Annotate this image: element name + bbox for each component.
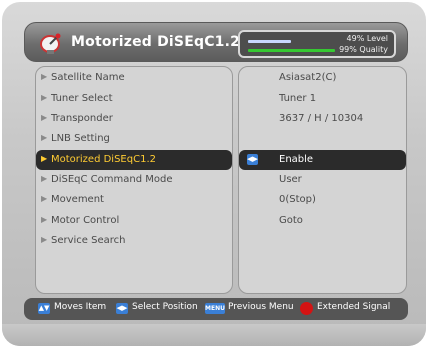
settings-value-panel: Asiasat2(C) Tuner 1 3637 / H / 10304 ◀▶ … [238, 66, 407, 294]
page-title: Motorized DiSEqC1.2 [71, 34, 241, 50]
settings-row-diseqc-command-mode[interactable]: ▶ DiSEqC Command Mode [36, 170, 232, 190]
quality-bar [248, 49, 335, 52]
chevron-right-icon: ▶ [41, 215, 48, 224]
setting-label: Motor Control [51, 215, 120, 226]
settings-row-service-search[interactable]: ▶ Service Search [36, 231, 232, 251]
bottom-frame [2, 324, 426, 346]
help-bar: ▲▼ Moves Item ◀▶ Select Position MENU Pr… [24, 298, 408, 320]
setting-label: Satellite Name [51, 72, 125, 83]
help-moves-item: Moves Item [54, 302, 107, 312]
settings-row-tuner-select[interactable]: ▶ Tuner Select [36, 89, 232, 109]
chevron-right-icon: ▶ [41, 174, 48, 183]
setting-value: User [279, 174, 302, 185]
menu-key-icon: MENU [205, 303, 225, 314]
chevron-right-icon: ▶ [41, 113, 48, 122]
settings-row-transponder[interactable]: ▶ Transponder [36, 109, 232, 129]
chevron-right-icon: ▶ [41, 72, 48, 81]
left-right-arrows-icon: ◀▶ [247, 154, 258, 165]
help-extended-signal: Extended Signal [317, 302, 391, 312]
setting-value: Asiasat2(C) [279, 72, 337, 83]
signal-indicator: 49% Level 99% Quality [238, 30, 396, 58]
setting-label: Tuner Select [51, 93, 113, 104]
settings-row-satellite-name[interactable]: ▶ Satellite Name [36, 68, 232, 88]
settings-label-panel: ▶ Satellite Name ▶ Tuner Select ▶ Transp… [35, 66, 233, 294]
settings-row-motorized-diseqc[interactable]: ▶ Motorized DiSEqC1.2 [36, 150, 232, 170]
setting-value: Enable [279, 154, 314, 165]
setting-label: LNB Setting [51, 133, 110, 144]
value-satellite-name[interactable]: Asiasat2(C) [239, 68, 406, 88]
setting-label: Movement [51, 194, 104, 205]
setting-label: DiSEqC Command Mode [51, 174, 173, 185]
value-tuner-select[interactable]: Tuner 1 [239, 89, 406, 109]
level-text: 49% Level [346, 34, 388, 43]
value-motor-control[interactable]: Goto [239, 211, 406, 231]
help-previous-menu: Previous Menu [228, 302, 294, 312]
value-motorized-diseqc[interactable]: ◀▶ Enable [239, 150, 406, 170]
left-right-arrows-icon: ◀▶ [116, 303, 128, 314]
chevron-right-icon: ▶ [41, 194, 48, 203]
value-movement[interactable]: 0(Stop) [239, 190, 406, 210]
chevron-right-icon: ▶ [41, 235, 48, 244]
red-key-icon [300, 302, 313, 315]
value-transponder[interactable]: 3637 / H / 10304 [239, 109, 406, 129]
help-select-position: Select Position [132, 302, 198, 312]
tv-screen: Motorized DiSEqC1.2 49% Level 99% Qualit… [2, 2, 426, 346]
setting-label: Motorized DiSEqC1.2 [51, 154, 156, 165]
setting-value: Tuner 1 [279, 93, 317, 104]
setting-value: Goto [279, 215, 303, 226]
satellite-dish-icon [40, 33, 61, 54]
setting-label: Transponder [51, 113, 113, 124]
settings-row-lnb-setting[interactable]: ▶ LNB Setting [36, 129, 232, 149]
chevron-right-icon: ▶ [41, 133, 48, 142]
setting-value: 3637 / H / 10304 [279, 113, 364, 124]
setting-label: Service Search [51, 235, 126, 246]
value-diseqc-command-mode[interactable]: User [239, 170, 406, 190]
chevron-right-icon: ▶ [41, 154, 48, 163]
quality-text: 99% Quality [339, 45, 388, 54]
chevron-right-icon: ▶ [41, 93, 48, 102]
settings-row-movement[interactable]: ▶ Movement [36, 190, 232, 210]
level-bar [248, 40, 291, 43]
up-down-arrows-icon: ▲▼ [38, 303, 50, 314]
setting-value: 0(Stop) [279, 194, 316, 205]
settings-row-motor-control[interactable]: ▶ Motor Control [36, 211, 232, 231]
